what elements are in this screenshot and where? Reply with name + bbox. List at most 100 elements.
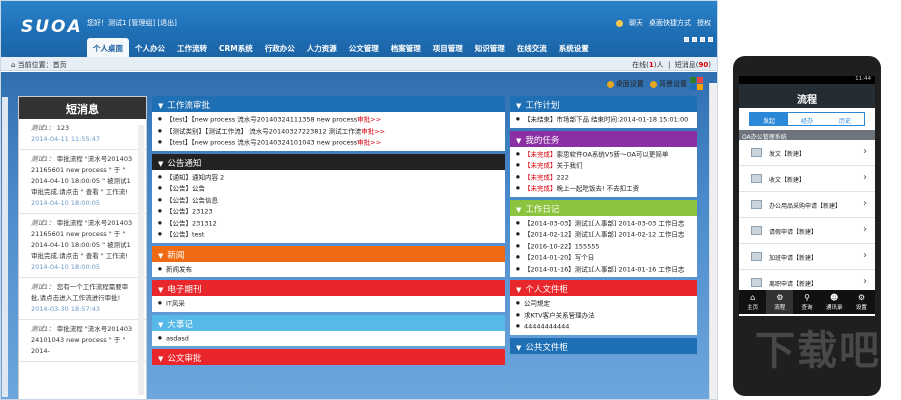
list-item[interactable]: 【测试类别】【测试工作流】 流水号20140327223812 测试工作流审批>… (158, 126, 505, 138)
list-item[interactable]: 【公告】公告信息 (158, 195, 505, 207)
page-scrollbar[interactable] (709, 83, 717, 399)
panel-header[interactable]: ▼ 工作流审批 (152, 96, 505, 112)
phone-flow-item[interactable]: 发文【新建】 › (739, 140, 875, 166)
collapse-arrow-icon[interactable]: ▼ (158, 252, 163, 260)
collapse-arrow-icon[interactable]: ▼ (516, 344, 521, 352)
list-item[interactable]: asdasd (158, 333, 505, 345)
nav-tab-system-settings[interactable]: 系统设置 (553, 38, 595, 57)
panel-header[interactable]: ▼ 公文审批 (152, 349, 505, 365)
panel-header[interactable]: ▼ 工作计划 (510, 96, 697, 112)
panel-header[interactable]: ▼ 我的任务 (510, 130, 697, 147)
nav-tab-personal-desktop[interactable]: 个人桌面 (87, 38, 129, 57)
layout-grid-icon[interactable] (690, 77, 703, 90)
message-item[interactable]: 测试1： 123 2014-04-11 11:55:47 (19, 119, 146, 150)
phone-tab-history[interactable]: 历史 (826, 113, 864, 125)
collapse-arrow-icon[interactable]: ▼ (516, 137, 521, 145)
logout-link[interactable]: [退出] (157, 19, 176, 27)
collapse-arrow-icon[interactable]: ▼ (158, 102, 163, 110)
panel-header[interactable]: ▼ 新闻 (152, 245, 505, 262)
phone-nav-contacts[interactable]: ☻ 通讯录 (821, 290, 848, 314)
message-scrollbar[interactable] (138, 125, 144, 395)
list-item[interactable]: IT风采 (158, 298, 505, 310)
list-item[interactable]: 【未完成】晚上一起吃饭去! 不去扣工资 (516, 183, 697, 195)
list-item[interactable]: 【2014-03-03】测试1[人事部] 2014-03-03 工作日志 (516, 218, 697, 230)
theme-icon[interactable] (700, 37, 705, 42)
collapse-arrow-icon[interactable]: ▼ (158, 286, 163, 294)
breadcrumb-current[interactable]: 首页 (53, 61, 67, 69)
online-count[interactable]: 1 (649, 61, 654, 69)
theme-icon[interactable] (684, 37, 689, 42)
message-item[interactable]: 测试1： 审批流程 "流水号201403 21165601 new proces… (19, 214, 146, 278)
nav-tab-documents[interactable]: 公文管理 (343, 38, 385, 57)
nav-tab-knowledge[interactable]: 知识管理 (469, 38, 511, 57)
phone-tab-initiate[interactable]: 发起 (750, 113, 788, 125)
collapse-arrow-icon[interactable]: ▼ (158, 160, 163, 168)
collapse-arrow-icon[interactable]: ▼ (516, 206, 521, 214)
panel-header[interactable]: ▼ 公告通知 (152, 153, 505, 170)
short-message-link[interactable]: 短消息 (675, 61, 696, 69)
panel-header[interactable]: ▼ 公共文件柜 (510, 337, 697, 354)
list-item[interactable]: 【未完成】索思软件OA系统V5新～OA可以更简单 (516, 149, 697, 161)
phone-flow-label: 办公用品采购申请【新建】 (769, 203, 842, 210)
status-tag[interactable]: 审批>> (357, 116, 381, 124)
chat-link[interactable]: 聊天 (629, 18, 643, 28)
panel-header[interactable]: ▼ 工作日记 (510, 199, 697, 216)
list-item[interactable]: 【公告】231312 (158, 218, 505, 230)
phone-nav-home[interactable]: ⌂ 主页 (739, 290, 766, 314)
list-item[interactable]: 【test】【new process 流水号20140324111358 new… (158, 114, 505, 126)
message-item[interactable]: 测试1： 审批流程 "流水号201403 24101043 new proces… (19, 320, 146, 362)
desktop-shortcut-link[interactable]: 桌面快捷方式 (649, 18, 691, 28)
phone-flow-item[interactable]: 收文【新建】 › (739, 166, 875, 192)
list-item[interactable]: 【通知】通知内容 2 (158, 172, 505, 184)
nav-tab-archives[interactable]: 档案管理 (385, 38, 427, 57)
panel-header[interactable]: ▼ 个人文件柜 (510, 280, 697, 296)
status-tag[interactable]: 审批>> (357, 139, 381, 147)
phone-tab-handled[interactable]: 经办 (788, 113, 826, 125)
list-item[interactable]: 新闻发布 (158, 264, 505, 276)
list-item[interactable]: 【2014-02-12】测试1[人事部] 2014-02-12 工作日志 (516, 229, 697, 241)
phone-flow-item[interactable]: 请假申请【新建】 › (739, 218, 875, 244)
nav-tab-personal-office[interactable]: 个人办公 (129, 38, 171, 57)
list-item[interactable]: 【2014-01-20】写个日 (516, 252, 697, 264)
collapse-arrow-icon[interactable]: ▼ (516, 102, 521, 110)
nav-tab-online-chat[interactable]: 在线交流 (511, 38, 553, 57)
collapse-arrow-icon[interactable]: ▼ (158, 321, 163, 329)
list-item[interactable]: 【未结束】市场部下品 结束时间:2014-01-18 15:01:00 (516, 114, 697, 126)
sidebar-collapse-handle[interactable] (2, 97, 8, 397)
list-item[interactable]: 【2016-10-22】155555 (516, 241, 697, 253)
panel-header[interactable]: ▼ 大事记 (152, 314, 505, 331)
list-item[interactable]: 公司規定 (516, 298, 697, 310)
phone-flow-item[interactable]: 加班申请【新建】 › (739, 244, 875, 270)
list-item[interactable]: 【公告】test (158, 229, 505, 241)
phone-flow-item[interactable]: 办公用品采购申请【新建】 › (739, 192, 875, 218)
nav-tab-hr[interactable]: 人力资源 (301, 38, 343, 57)
collapse-arrow-icon[interactable]: ▼ (516, 286, 521, 294)
nav-tab-admin-office[interactable]: 行政办公 (259, 38, 301, 57)
phone-nav-flow[interactable]: ⚙ 流程 (766, 290, 794, 314)
theme-icon[interactable] (708, 37, 713, 42)
phone-nav-settings[interactable]: ⚙ 设置 (848, 290, 875, 314)
list-item[interactable]: 求KTV客户关系管理办法 (516, 310, 697, 322)
panel-header[interactable]: ▼ 电子期刊 (152, 280, 505, 296)
background-settings-button[interactable]: 背景设置 (649, 79, 687, 89)
nav-tab-projects[interactable]: 项目管理 (427, 38, 469, 57)
collapse-arrow-icon[interactable]: ▼ (158, 355, 163, 363)
desktop-settings-button[interactable]: 桌面设置 (606, 79, 644, 89)
list-item[interactable]: 【未完成】关于我们 (516, 160, 697, 172)
nav-tab-crm[interactable]: CRM系统 (213, 38, 259, 57)
list-item[interactable]: 【2014-01-16】测试1[人事部] 2014-01-16 工作日志 (516, 264, 697, 276)
status-tag[interactable]: 审批>> (361, 127, 385, 135)
list-item[interactable]: 【公告】23123 (158, 206, 505, 218)
message-item[interactable]: 测试1： 您有一个工作流程需要审批,请点击进入工作流进行审批! 2014-03-… (19, 278, 146, 320)
list-item[interactable]: 【公告】公告 (158, 183, 505, 195)
top-links: 聊天 桌面快捷方式 授权 (616, 18, 711, 28)
list-item[interactable]: 44444444444 (516, 321, 697, 333)
nav-tab-workflow[interactable]: 工作流转 (171, 38, 213, 57)
theme-icon[interactable] (692, 37, 697, 42)
panel-body: 【未完成】索思软件OA系统V5新～OA可以更简单【未完成】关于我们【未完成】22… (510, 147, 697, 197)
list-item[interactable]: 【未完成】222 (516, 172, 697, 184)
phone-nav-query[interactable]: ⚲ 查询 (793, 290, 820, 314)
list-item[interactable]: 【test】【new process 流水号20140324101043 new… (158, 137, 505, 149)
message-item[interactable]: 测试1： 审批流程 "流水号201403 21165601 new proces… (19, 150, 146, 214)
license-link[interactable]: 授权 (697, 18, 711, 28)
